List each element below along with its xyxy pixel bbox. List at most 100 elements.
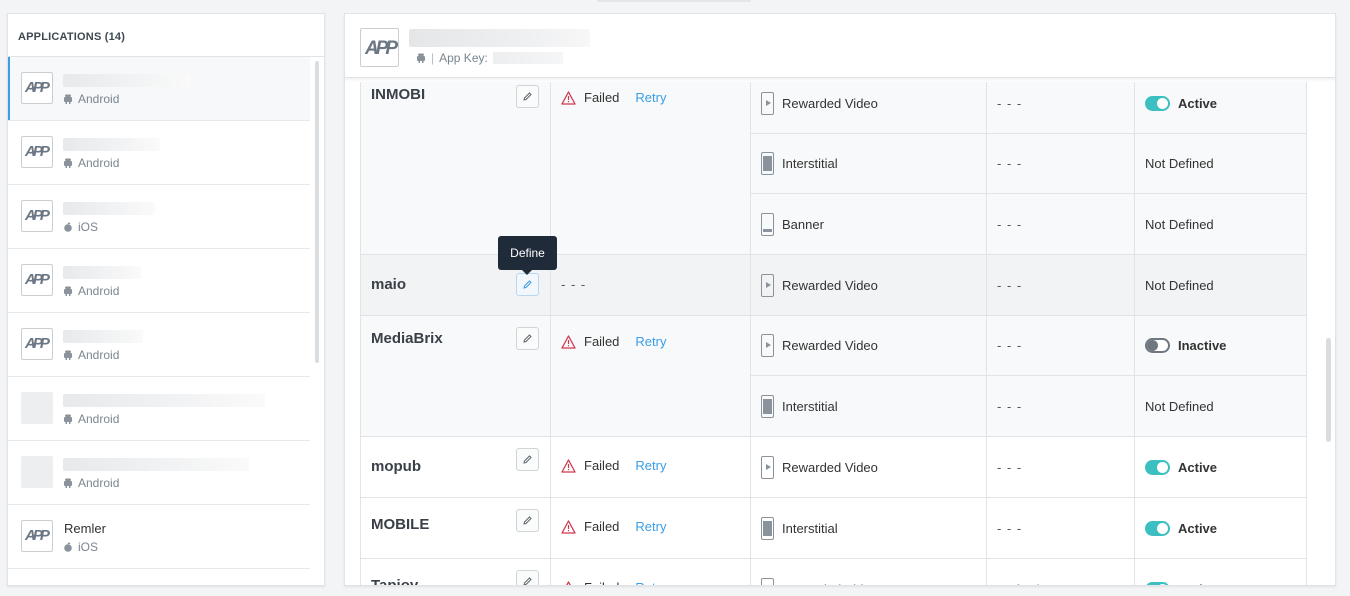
app-list-item[interactable]: APP Android bbox=[8, 313, 310, 377]
status-line: Failed Retry bbox=[561, 90, 666, 105]
video-icon bbox=[761, 92, 774, 115]
main-scrollbar[interactable] bbox=[1326, 338, 1331, 442]
ad-unit-type: Rewarded Video bbox=[751, 255, 987, 315]
platform-label: Android bbox=[78, 476, 120, 490]
sidebar-scrollbar[interactable] bbox=[315, 61, 319, 363]
ad-unit-value: - - - bbox=[987, 376, 1135, 436]
ad-unit-value: - - - bbox=[987, 316, 1135, 375]
ad-units: Interstitial - - - Active bbox=[751, 498, 1306, 558]
network-cell: INMOBI bbox=[361, 82, 551, 254]
retry-link[interactable]: Retry bbox=[635, 90, 666, 105]
network-row: MediaBrix Failed Retry Rewarded Video - - -I… bbox=[360, 316, 1307, 437]
state-label: Active bbox=[1178, 520, 1218, 536]
ad-unit-type: Interstitial bbox=[751, 498, 987, 558]
app-title-redacted bbox=[409, 29, 590, 47]
ad-unit-type: Banner bbox=[751, 194, 987, 254]
app-name-redacted bbox=[63, 266, 141, 279]
warning-icon bbox=[561, 519, 576, 534]
ad-unit-state: Active bbox=[1135, 437, 1306, 497]
ad-unit-value: - - - bbox=[987, 498, 1135, 558]
android-icon bbox=[64, 94, 72, 104]
network-cell: MOBILE bbox=[361, 498, 551, 558]
edit-network-button[interactable] bbox=[516, 509, 539, 532]
ad-units: Rewarded Video - - - Not Defined bbox=[751, 255, 1306, 315]
state-label: Active bbox=[1178, 459, 1218, 475]
status-text: Failed bbox=[584, 90, 620, 105]
app-list-item[interactable]: APP iOS bbox=[8, 185, 310, 249]
status-toggle[interactable] bbox=[1145, 459, 1170, 475]
status-cell: Failed Retry bbox=[551, 316, 751, 436]
android-icon bbox=[64, 286, 72, 296]
retry-link[interactable]: Retry bbox=[635, 458, 666, 473]
warning-icon bbox=[561, 334, 576, 349]
app-list-item[interactable]: APP Android bbox=[8, 249, 310, 313]
app-list-item[interactable]: APP Remler iOS bbox=[8, 505, 310, 569]
network-row: Tapjoy Failed Retry Rewarded Video Default Ac… bbox=[360, 559, 1307, 586]
edit-network-button[interactable] bbox=[516, 327, 539, 350]
retry-link[interactable]: Retry bbox=[635, 580, 666, 585]
edit-network-button[interactable] bbox=[516, 273, 539, 296]
status-text: - - - bbox=[561, 277, 587, 292]
sidebar-title: APPLICATIONS (14) bbox=[8, 14, 324, 57]
ad-unit-state: Not Defined bbox=[1135, 194, 1306, 254]
android-icon bbox=[417, 53, 425, 63]
networks-table: INMOBI Failed Retry Rewarded Video - - - Acti… bbox=[360, 82, 1307, 586]
pencil-icon bbox=[523, 92, 532, 101]
state-label: Not Defined bbox=[1145, 277, 1214, 293]
apple-icon bbox=[64, 542, 72, 552]
interstitial-icon bbox=[761, 394, 774, 418]
status-cell: Failed Retry bbox=[551, 437, 751, 497]
app-icon: APP bbox=[21, 328, 53, 360]
ad-unit-label: Rewarded Video bbox=[782, 338, 878, 353]
app-key-label: App Key: bbox=[439, 51, 488, 65]
status-toggle[interactable] bbox=[1145, 96, 1170, 111]
pencil-icon bbox=[523, 334, 532, 343]
state-label: Active bbox=[1178, 582, 1217, 586]
ad-unit-value: Default bbox=[987, 559, 1135, 585]
ad-unit-type: Rewarded Video bbox=[751, 82, 987, 133]
status-line: Failed Retry bbox=[561, 334, 666, 349]
app-icon: APP bbox=[21, 72, 53, 104]
retry-link[interactable]: Retry bbox=[635, 334, 666, 349]
video-icon bbox=[761, 273, 774, 297]
app-icon-text: APP bbox=[25, 207, 50, 224]
app-name-redacted bbox=[63, 330, 143, 343]
status-cell: Failed Retry bbox=[551, 498, 751, 558]
app-icon-text: APP bbox=[25, 79, 50, 96]
app-list-item[interactable]: Android bbox=[8, 441, 310, 505]
app-subtitle: | App Key: bbox=[416, 51, 563, 65]
ad-unit-row: Interstitial - - - Not Defined bbox=[751, 376, 1306, 436]
app-list-item[interactable]: Android bbox=[8, 377, 310, 441]
ad-unit-value: - - - bbox=[987, 437, 1135, 497]
edit-network-button[interactable] bbox=[516, 448, 539, 471]
app-list-item[interactable]: APP Android bbox=[8, 57, 310, 121]
app-name-redacted bbox=[63, 138, 160, 151]
ad-unit-row: Rewarded Video - - - Not Defined bbox=[751, 255, 1306, 315]
app-list-item[interactable]: APP Android bbox=[8, 121, 310, 185]
app-list: APP Android APP Android APP iOS APP Android APP A… bbox=[8, 57, 324, 569]
edit-network-button[interactable] bbox=[516, 570, 539, 585]
status-toggle[interactable] bbox=[1145, 581, 1170, 585]
ad-unit-label: Interstitial bbox=[782, 520, 838, 536]
network-logo: INMOBI bbox=[371, 86, 426, 103]
app-icon: APP bbox=[21, 136, 53, 168]
ad-unit-state: Inactive bbox=[1135, 316, 1306, 375]
ad-units: Rewarded Video - - - Active bbox=[751, 437, 1306, 497]
app-platform: Android bbox=[63, 412, 119, 426]
state-label: Active bbox=[1178, 96, 1218, 111]
define-tooltip: Define bbox=[498, 236, 557, 275]
status-toggle[interactable] bbox=[1145, 338, 1170, 353]
status-toggle[interactable] bbox=[1145, 520, 1170, 536]
status-text: Failed bbox=[584, 458, 620, 473]
ad-unit-row: Interstitial - - - Not Defined bbox=[751, 134, 1306, 194]
ad-unit-label: Rewarded Video bbox=[782, 582, 878, 586]
platform-label: Android bbox=[78, 156, 120, 170]
app-logo: APP bbox=[360, 28, 399, 67]
applications-sidebar: APPLICATIONS (14) APP Android APP Android AP… bbox=[7, 13, 325, 586]
ad-unit-label: Interstitial bbox=[782, 398, 838, 414]
ad-unit-label: Banner bbox=[782, 216, 824, 232]
retry-link[interactable]: Retry bbox=[635, 519, 666, 534]
edit-network-button[interactable] bbox=[516, 85, 539, 108]
ad-unit-state: Not Defined bbox=[1135, 134, 1306, 193]
status-cell: Failed Retry bbox=[551, 559, 751, 585]
